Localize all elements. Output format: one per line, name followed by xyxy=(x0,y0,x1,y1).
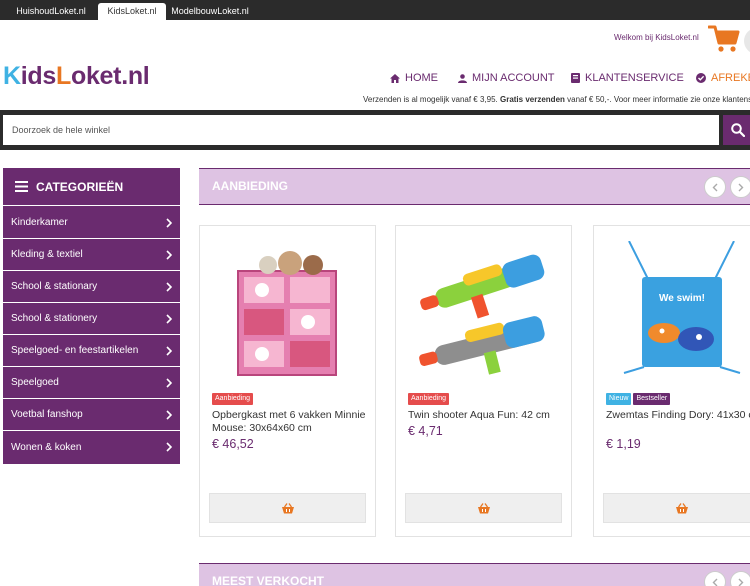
logo-letter: K xyxy=(3,62,21,90)
user-icon xyxy=(458,73,467,83)
product-card[interactable]: We swim! Nieuw Bestseller Zwemtas Findin… xyxy=(593,225,750,537)
category-item-kinderkamer[interactable]: Kinderkamer xyxy=(3,207,180,239)
category-item-label: Kleding & textiel xyxy=(11,249,83,260)
chevron-right-icon xyxy=(166,442,172,452)
product-price: € 4,71 xyxy=(408,424,443,438)
offers-section-header: AANBIEDING xyxy=(199,168,750,205)
offers-section-title: AANBIEDING xyxy=(212,179,289,193)
category-menu-title: CATEGORIEËN xyxy=(36,179,124,194)
category-item-voetbal-fanshop[interactable]: Voetbal fanshop xyxy=(3,399,180,431)
basket-icon xyxy=(477,502,490,513)
nav-customer-service[interactable]: KLANTENSERVICE xyxy=(571,71,684,85)
chevron-right-icon xyxy=(166,410,172,420)
site-tab-huishoudloket[interactable]: HuishoudLoket.nl xyxy=(6,3,96,20)
product-image[interactable] xyxy=(210,241,365,381)
carousel-next-button[interactable] xyxy=(730,176,750,198)
chevron-right-icon xyxy=(166,218,172,228)
site-tab-modelbouwloket[interactable]: ModelbouwLoket.nl xyxy=(166,3,254,20)
nav-home[interactable]: HOME xyxy=(390,71,438,85)
shipping-info: Verzenden is al mogelijk vanaf € 3,95. G… xyxy=(363,95,750,104)
category-item-kleding-textiel[interactable]: Kleding & textiel xyxy=(3,239,180,271)
basket-icon xyxy=(675,502,688,513)
free-shipping-text: Gratis verzenden xyxy=(499,95,565,104)
search-button[interactable] xyxy=(723,115,750,145)
chevron-right-icon xyxy=(166,314,172,324)
product-price: € 1,19 xyxy=(606,437,641,451)
hamburger-icon xyxy=(15,181,28,192)
chevron-right-icon xyxy=(166,282,172,292)
sale-badge: Aanbieding xyxy=(408,393,450,405)
category-menu-header[interactable]: CATEGORIEËN xyxy=(3,168,180,206)
category-item-label: School & stationary xyxy=(11,281,98,292)
product-card[interactable]: Aanbieding Opbergkast met 6 vakken Minni… xyxy=(199,225,376,537)
product-badges: Nieuw Bestseller xyxy=(606,393,671,405)
new-badge: Nieuw xyxy=(606,393,632,405)
nav-checkout[interactable]: AFREKENEN xyxy=(696,71,750,85)
site-tab-kidsloket[interactable]: KidsLoket.nl xyxy=(98,3,166,20)
book-icon xyxy=(571,73,580,83)
chevron-right-icon xyxy=(166,250,172,260)
category-item-speelgoed-feestartikelen[interactable]: Speelgoed- en feestartikelen xyxy=(3,335,180,367)
carousel-prev-button[interactable] xyxy=(704,571,726,586)
chevron-right-icon xyxy=(738,578,744,586)
chevron-left-icon xyxy=(712,578,718,586)
account-circle[interactable] xyxy=(744,28,750,54)
product-name[interactable]: Opbergkast met 6 vakken Minnie Mouse: 30… xyxy=(212,409,372,435)
category-item-label: Speelgoed- en feestartikelen xyxy=(11,345,139,356)
chevron-left-icon xyxy=(712,183,718,191)
product-price: € 46,52 xyxy=(212,437,254,451)
shipping-text: Verzenden is al mogelijk vanaf € 3,95. xyxy=(363,95,498,104)
product-card[interactable]: Aanbieding Twin shooter Aqua Fun: 42 cm … xyxy=(395,225,572,537)
basket-icon xyxy=(281,502,294,513)
site-tab-bar: HuishoudLoket.nl KidsLoket.nl ModelbouwL… xyxy=(0,0,750,20)
shipping-text-2: vanaf € 50,-. Voor meer informatie zie o… xyxy=(567,95,750,104)
product-name[interactable]: Zwemtas Finding Dory: 41x30 cm xyxy=(606,409,750,422)
category-item-label: Wonen & koken xyxy=(11,441,82,453)
chevron-right-icon xyxy=(166,346,172,356)
category-item-label: Speelgoed xyxy=(11,377,59,388)
bestsellers-section-title: MEEST VERKOCHT xyxy=(212,574,325,586)
category-item-label: Kinderkamer xyxy=(11,217,68,228)
bestseller-badge: Bestseller xyxy=(633,393,671,405)
search-input[interactable] xyxy=(3,115,719,145)
cart-icon[interactable] xyxy=(707,24,740,54)
carousel-prev-button[interactable] xyxy=(704,176,726,198)
product-image[interactable] xyxy=(406,241,561,381)
add-to-cart-button[interactable] xyxy=(603,493,750,523)
bag-print-text: We swim! xyxy=(659,293,705,304)
chevron-right-icon xyxy=(738,183,744,191)
category-item-label: School & stationery xyxy=(11,313,98,324)
product-badges: Aanbieding xyxy=(212,393,254,405)
category-item-wonen-koken[interactable]: Wonen & koken xyxy=(3,431,180,463)
logo-text: ids xyxy=(20,62,57,90)
nav-checkout-label: AFREKENEN xyxy=(711,72,750,84)
add-to-cart-button[interactable] xyxy=(405,493,562,523)
category-item-speelgoed[interactable]: Speelgoed xyxy=(3,367,180,399)
nav-customer-service-label: KLANTENSERVICE xyxy=(585,72,684,84)
add-to-cart-button[interactable] xyxy=(209,493,366,523)
nav-home-label: HOME xyxy=(405,72,438,84)
category-item-label: Voetbal fanshop xyxy=(11,409,83,420)
welcome-text: Welkom bij KidsLoket.nl xyxy=(614,33,699,42)
chevron-right-icon xyxy=(166,378,172,388)
site-logo[interactable]: KidsLoket.nl xyxy=(3,62,150,91)
category-item-school-stationery[interactable]: School & stationery xyxy=(3,303,180,335)
check-circle-icon xyxy=(696,73,706,83)
nav-account[interactable]: MIJN ACCOUNT xyxy=(458,71,555,85)
home-icon xyxy=(390,73,400,83)
product-image[interactable]: We swim! xyxy=(604,241,750,381)
product-name[interactable]: Twin shooter Aqua Fun: 42 cm xyxy=(408,409,568,422)
sale-badge: Aanbieding xyxy=(212,393,254,405)
page: HuishoudLoket.nl KidsLoket.nl ModelbouwL… xyxy=(0,0,750,586)
product-badges: Aanbieding xyxy=(408,393,450,405)
logo-letter: L xyxy=(56,62,71,90)
search-icon xyxy=(731,123,745,137)
nav-account-label: MIJN ACCOUNT xyxy=(472,72,555,84)
category-item-school-stationary[interactable]: School & stationary xyxy=(3,271,180,303)
bestsellers-section-header: MEEST VERKOCHT xyxy=(199,563,750,586)
carousel-next-button[interactable] xyxy=(730,571,750,586)
category-menu: CATEGORIEËN Kinderkamer Kleding & textie… xyxy=(3,168,180,464)
logo-text: oket.nl xyxy=(70,62,150,90)
